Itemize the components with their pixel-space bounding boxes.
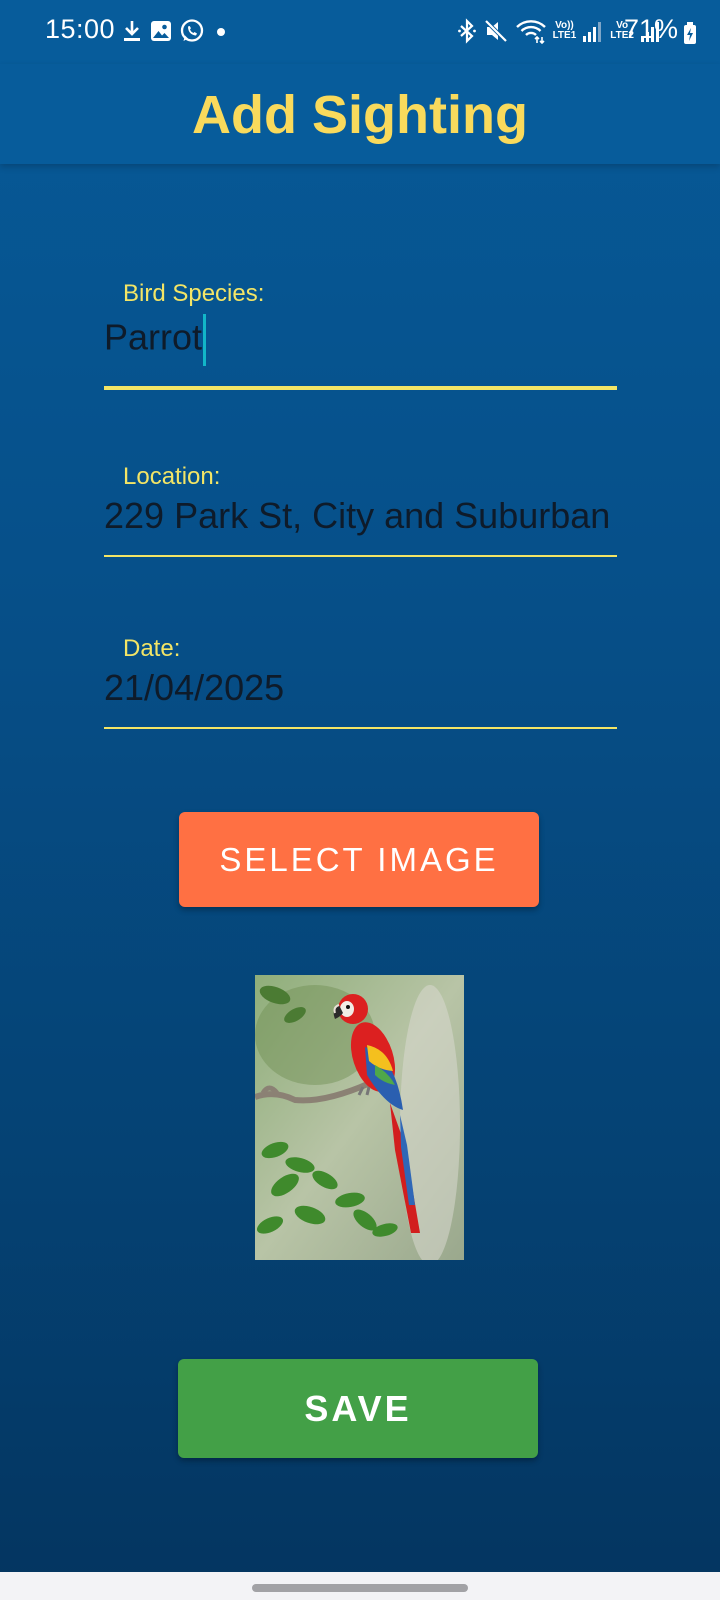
location-input[interactable]: 229 Park St, City and Suburban bbox=[104, 495, 617, 537]
app-bar: Add Sighting bbox=[0, 64, 720, 164]
location-underline bbox=[104, 555, 617, 557]
bird-species-input[interactable]: Parrot bbox=[104, 314, 617, 366]
volte1-bottom: LTE1 bbox=[552, 30, 577, 41]
bird-image bbox=[255, 975, 464, 1260]
dot-icon bbox=[217, 28, 225, 36]
date-input[interactable]: 21/04/2025 bbox=[104, 667, 617, 709]
date-underline bbox=[104, 727, 617, 729]
bird-species-field[interactable]: Bird Species: Parrot bbox=[104, 270, 617, 392]
date-label: Date: bbox=[123, 635, 181, 662]
signal-sim1-icon bbox=[583, 22, 602, 42]
battery-percent: 71% bbox=[623, 14, 678, 44]
bluetooth-icon bbox=[457, 18, 476, 44]
volte-sim1-icon: Vo)) LTE1 bbox=[553, 21, 577, 41]
status-bar: 15:00 Vo)) LTE1 Vo LTE2 71% bbox=[0, 0, 720, 64]
scarlet-macaw-image bbox=[255, 975, 464, 1260]
text-cursor bbox=[203, 314, 207, 366]
save-button[interactable]: SAVE bbox=[178, 1359, 538, 1458]
whatsapp-icon bbox=[180, 19, 204, 42]
bird-species-value: Parrot bbox=[104, 316, 203, 358]
location-field[interactable]: Location: 229 Park St, City and Suburban bbox=[104, 455, 617, 559]
mute-icon bbox=[484, 19, 507, 43]
status-time: 15:00 bbox=[45, 14, 116, 44]
bird-species-label: Bird Species: bbox=[123, 280, 265, 307]
date-value: 21/04/2025 bbox=[104, 667, 285, 708]
select-image-button[interactable]: SELECT IMAGE bbox=[179, 812, 539, 907]
status-notification-icons bbox=[121, 18, 229, 44]
location-value: 229 Park St, City and Suburban bbox=[104, 495, 611, 536]
bird-species-underline bbox=[104, 386, 617, 390]
gallery-icon bbox=[151, 21, 171, 41]
battery-charging-icon bbox=[684, 22, 696, 44]
wifi-icon bbox=[515, 20, 546, 44]
navigation-bar bbox=[0, 1572, 720, 1600]
location-label: Location: bbox=[123, 463, 221, 490]
date-field[interactable]: Date: 21/04/2025 bbox=[104, 627, 617, 731]
home-gesture-handle[interactable] bbox=[252, 1584, 468, 1592]
download-icon bbox=[124, 21, 140, 41]
page-title: Add Sighting bbox=[192, 85, 528, 145]
